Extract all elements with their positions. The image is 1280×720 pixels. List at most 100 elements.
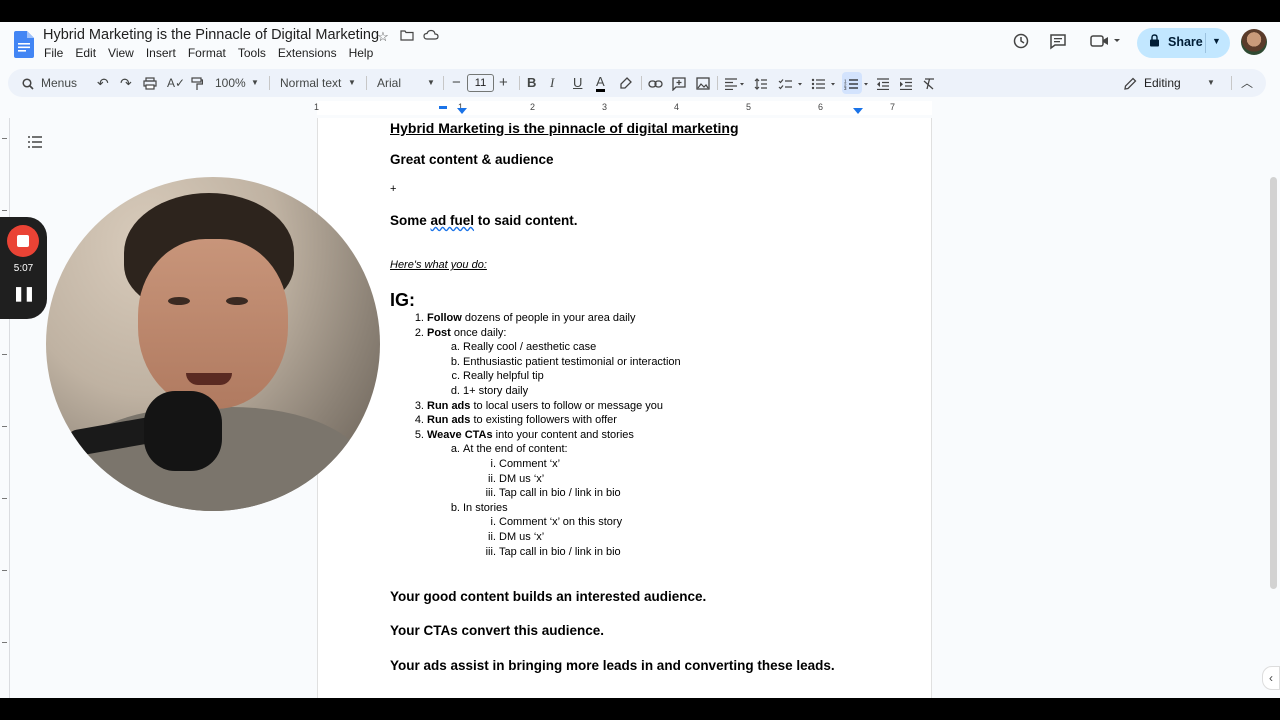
menu-file[interactable]: File <box>38 45 69 61</box>
paragraph-style-select[interactable]: Normal text <box>280 69 341 97</box>
paragraph-intro: Here's what you do: <box>390 259 487 271</box>
font-select[interactable]: Arial <box>377 69 401 97</box>
list-item-text: to existing followers with offer <box>470 414 617 427</box>
zoom-select[interactable]: 100% <box>215 69 246 97</box>
list-item-number: 4. <box>414 414 424 427</box>
decrease-font-size-icon[interactable]: − <box>452 69 461 97</box>
share-button[interactable]: Share ▼ <box>1137 28 1230 58</box>
document-outline-icon[interactable] <box>27 134 43 154</box>
ad-fuel-spellcheck-word[interactable]: ad fuel <box>431 213 475 228</box>
menu-edit[interactable]: Edit <box>69 45 102 61</box>
document-title[interactable]: Hybrid Marketing is the Pinnacle of Digi… <box>43 27 379 43</box>
add-comment-icon[interactable] <box>672 69 686 97</box>
checklist-icon[interactable] <box>778 69 804 97</box>
list-item-text: At the end of content: <box>463 443 568 456</box>
increase-indent-icon[interactable] <box>899 69 913 97</box>
line-spacing-icon[interactable] <box>754 69 768 97</box>
link-icon[interactable] <box>648 69 663 97</box>
docs-logo-icon[interactable] <box>14 31 34 58</box>
menu-insert[interactable]: Insert <box>140 45 182 61</box>
cloud-status-icon[interactable] <box>422 28 440 46</box>
spellcheck-icon[interactable]: A✓ <box>167 69 185 97</box>
paint-format-icon[interactable] <box>191 69 204 97</box>
list-item-bold: Follow <box>427 312 462 324</box>
editing-mode-select[interactable]: Editing <box>1144 69 1181 97</box>
ruler-number: 7 <box>890 102 896 112</box>
highlight-icon[interactable] <box>620 69 632 97</box>
mode-chevron-down-icon[interactable]: ▼ <box>1207 69 1215 97</box>
search-icon[interactable] <box>22 69 34 97</box>
underline-icon[interactable]: U <box>573 69 582 97</box>
list-item-text: Tap call in bio / link in bio <box>499 545 621 558</box>
zoom-chevron-down-icon[interactable]: ▼ <box>251 69 259 97</box>
svg-text:3: 3 <box>844 86 847 90</box>
vruler-tick <box>2 354 7 355</box>
toolbar-divider <box>519 76 520 90</box>
increase-font-size-icon[interactable]: + <box>499 69 508 97</box>
list-item-number: i. <box>490 516 497 529</box>
version-history-icon[interactable] <box>1010 32 1032 54</box>
chevron-down-icon[interactable]: ▼ <box>1212 36 1221 46</box>
document-page[interactable]: Hybrid Marketing is the pinnacle of digi… <box>317 118 932 698</box>
numbered-list-icon[interactable]: 123 <box>844 69 870 97</box>
list-item-number: ii. <box>488 531 496 543</box>
clear-formatting-icon[interactable] <box>922 69 936 97</box>
font-size-input[interactable]: 11 <box>467 74 494 92</box>
menu-help[interactable]: Help <box>343 45 380 61</box>
align-left-icon[interactable] <box>724 69 744 97</box>
first-line-indent-handle[interactable] <box>439 106 447 109</box>
webcam-bubble[interactable] <box>46 177 380 511</box>
redo-icon[interactable]: ↷ <box>120 69 132 97</box>
comments-icon[interactable] <box>1047 32 1069 54</box>
text-color-icon[interactable]: A <box>596 72 605 92</box>
menu-view[interactable]: View <box>102 45 140 61</box>
meet-video-icon[interactable] <box>1087 32 1123 54</box>
list-item-text: Comment ‘x’ on this story <box>499 516 623 529</box>
list-item: Follow dozens of people in your area dai… <box>427 312 636 324</box>
ruler-number: 1 <box>314 102 320 112</box>
menu-format[interactable]: Format <box>182 45 232 61</box>
list-item-number: a. <box>450 341 460 354</box>
side-panel-chevron-left-icon[interactable]: ‹ <box>1262 666 1280 690</box>
avatar[interactable] <box>1241 29 1267 55</box>
list-item: Run ads to existing followers with offer <box>427 414 617 426</box>
font-chevron-down-icon[interactable]: ▼ <box>427 69 435 97</box>
ad-fuel-text-a: Some <box>390 213 431 228</box>
left-indent-handle[interactable] <box>457 108 467 114</box>
menu-extensions[interactable]: Extensions <box>272 45 343 61</box>
search-menus-input[interactable]: Menus <box>41 69 77 97</box>
pause-icon[interactable]: ❚❚ <box>0 285 47 302</box>
insert-image-icon[interactable] <box>696 69 710 97</box>
stop-recording-button[interactable] <box>7 225 39 257</box>
toolbar-divider <box>641 76 642 90</box>
list-item-text: dozens of people in your area daily <box>461 312 636 324</box>
vruler-tick <box>2 498 7 499</box>
microphone <box>144 391 222 471</box>
bulleted-list-icon[interactable] <box>811 69 837 97</box>
undo-icon[interactable]: ↶ <box>97 69 109 97</box>
vertical-scrollbar[interactable] <box>1270 177 1277 589</box>
list-item: DM us ‘x’ <box>499 531 544 543</box>
toolbar-divider <box>366 76 367 90</box>
italic-icon[interactable]: I <box>550 69 554 97</box>
bold-icon[interactable]: B <box>527 69 536 97</box>
list-item-text: Really helpful tip <box>463 370 544 383</box>
ruler-track <box>317 101 932 115</box>
style-chevron-down-icon[interactable]: ▼ <box>348 69 356 97</box>
list-item-bold: Post <box>427 326 451 339</box>
toolbar-divider <box>269 76 270 90</box>
move-folder-icon[interactable] <box>398 28 416 46</box>
vertical-ruler <box>0 118 10 698</box>
list-item: Really cool / aesthetic case <box>463 341 596 353</box>
list-item-number: a. <box>450 443 460 456</box>
hide-menus-chevron-up-icon[interactable]: ︿ <box>1241 69 1253 97</box>
right-indent-handle[interactable] <box>853 108 863 114</box>
vruler-tick <box>2 138 7 139</box>
print-icon[interactable] <box>143 69 157 97</box>
list-item-number: c. <box>451 370 460 383</box>
menu-tools[interactable]: Tools <box>232 45 272 61</box>
decrease-indent-icon[interactable] <box>876 69 890 97</box>
ruler-number: 2 <box>530 102 536 112</box>
star-icon[interactable]: ☆ <box>374 28 392 46</box>
paragraph-great-content: Great content & audience <box>390 152 554 167</box>
